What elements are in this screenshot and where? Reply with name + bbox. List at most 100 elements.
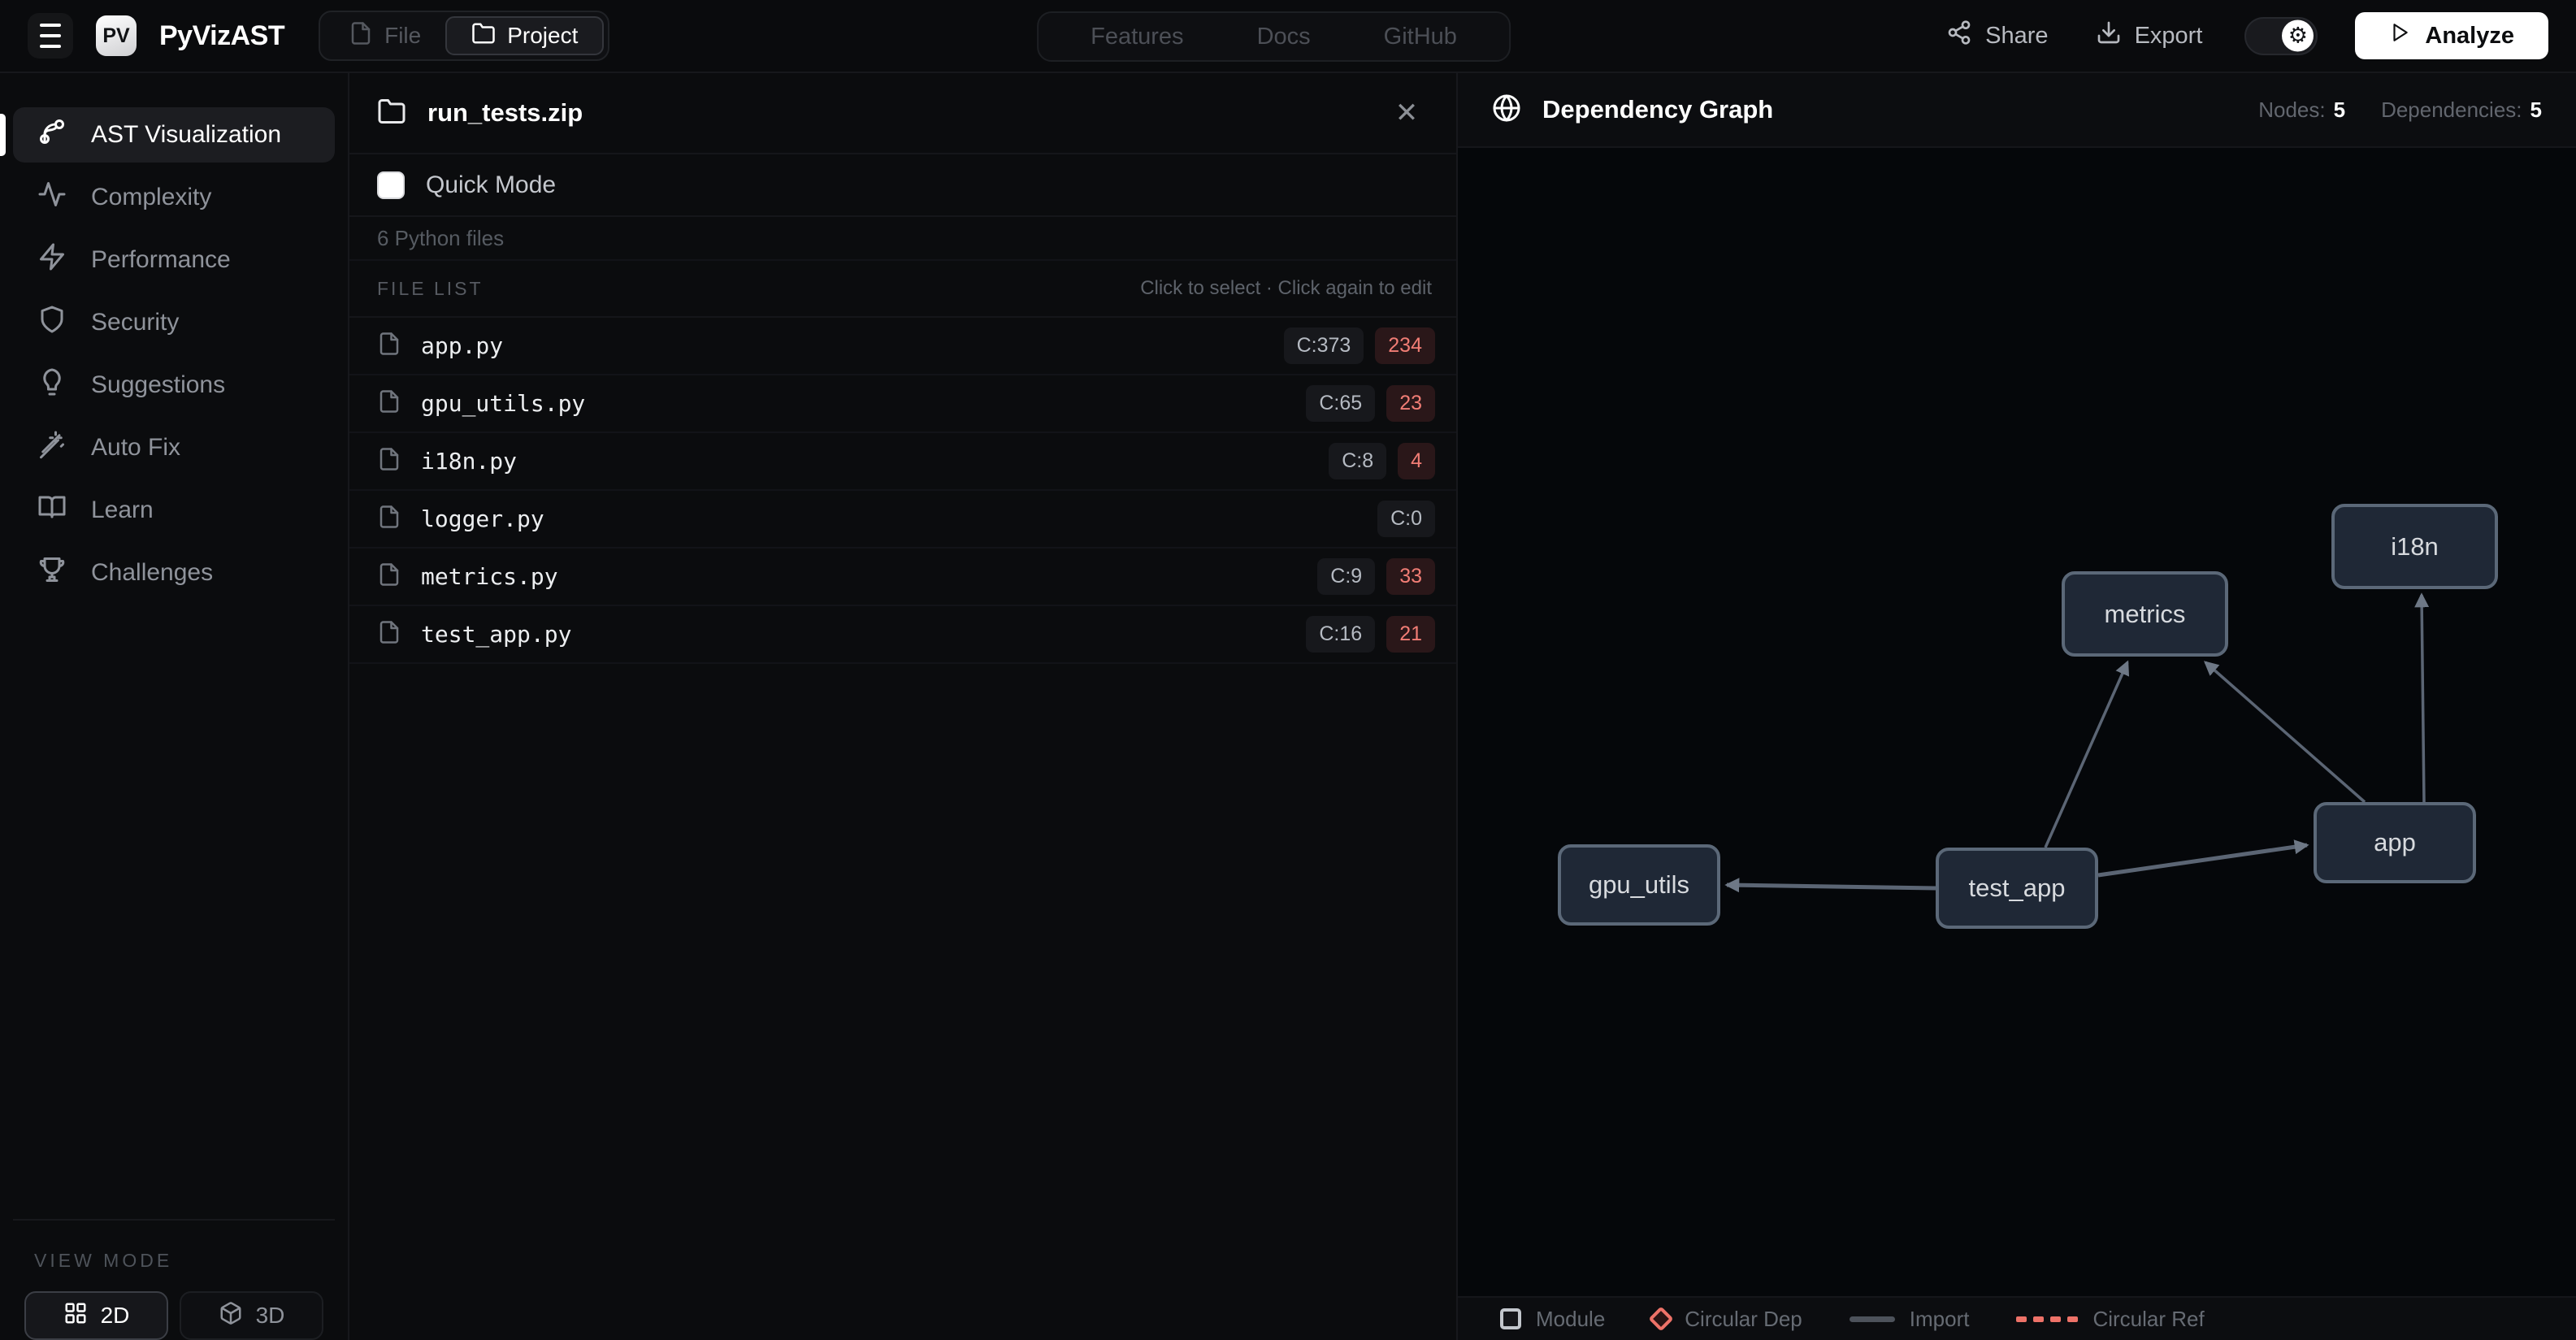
view-mode-2d-button[interactable]: 2D — [24, 1291, 168, 1340]
graph-canvas[interactable]: i18n metrics gpu_utils test_app app — [1458, 148, 2576, 1296]
view-mode-label: VIEW MODE — [34, 1250, 173, 1271]
main-nav: Features Docs GitHub — [1037, 11, 1511, 62]
lightbulb-icon — [37, 367, 67, 403]
tab-project[interactable]: Project — [445, 16, 605, 55]
legend-swatch — [1849, 1316, 1895, 1322]
legend-swatch — [2016, 1316, 2079, 1322]
complexity-badge: C:0 — [1377, 501, 1435, 537]
sidebar-item-label: Security — [91, 309, 180, 336]
graph-node-i18n[interactable]: i18n — [2331, 504, 2498, 589]
cube-icon — [219, 1301, 243, 1331]
export-button[interactable]: Export — [2091, 19, 2208, 53]
issues-badge: 21 — [1386, 616, 1435, 653]
complexity-badge: C:9 — [1317, 558, 1376, 595]
settings-toggle[interactable]: ⚙ — [2244, 16, 2318, 55]
file-name: app.py — [421, 332, 504, 359]
menu-button[interactable] — [28, 13, 73, 59]
issues-badge: 33 — [1386, 558, 1435, 595]
sidebar: AST Visualization Complexity Performance… — [0, 73, 349, 1340]
legend-label: Circular Dep — [1685, 1306, 1802, 1331]
graph-node-metrics[interactable]: metrics — [2062, 571, 2228, 657]
sidebar-item-learn[interactable]: Learn — [13, 483, 335, 538]
file-row[interactable]: gpu_utils.py C:65 23 — [349, 375, 1456, 433]
issues-badge: 234 — [1375, 327, 1435, 364]
graph-edges — [1724, 592, 2430, 893]
sidebar-item-performance[interactable]: Performance — [13, 232, 335, 288]
file-row[interactable]: logger.py C:0 — [349, 491, 1456, 549]
file-name: gpu_utils.py — [421, 390, 586, 417]
file-icon — [377, 332, 401, 360]
top-bar: PV PyVizAST File Project Features Docs G… — [0, 0, 2576, 73]
view-mode-3d-button[interactable]: 3D — [180, 1291, 323, 1340]
nav-docs[interactable]: Docs — [1257, 24, 1311, 50]
file-name: logger.py — [421, 505, 544, 532]
analyze-button[interactable]: Analyze — [2355, 12, 2548, 59]
download-icon — [2096, 20, 2122, 52]
legend-swatch — [1500, 1308, 1521, 1329]
sidebar-item-label: Performance — [91, 246, 231, 273]
sidebar-item-suggestions[interactable]: Suggestions — [13, 358, 335, 413]
menu-icon — [40, 24, 61, 27]
file-count: 6 Python files — [349, 217, 1456, 261]
sidebar-item-label: Suggestions — [91, 371, 226, 398]
nodes-label: Nodes: — [2258, 97, 2326, 122]
legend-item: Circular Dep — [1648, 1306, 1802, 1332]
tab-file[interactable]: File — [324, 16, 445, 55]
legend-item: Import — [1849, 1307, 1969, 1332]
legend-item: Module — [1500, 1307, 1605, 1332]
file-row[interactable]: test_app.py C:16 21 — [349, 606, 1456, 664]
sidebar-items: AST Visualization Complexity Performance… — [0, 107, 335, 608]
graph-edge-test_app-app — [2097, 839, 2309, 878]
file-icon — [349, 21, 373, 51]
file-list-hint: Click to select · Click again to edit — [1140, 277, 1432, 299]
file-icon — [377, 505, 401, 533]
nodes-value: 5 — [2333, 97, 2346, 122]
book-icon — [37, 492, 67, 528]
graph-node-gpu_utils[interactable]: gpu_utils — [1558, 844, 1720, 926]
sidebar-item-label: AST Visualization — [91, 121, 282, 148]
graph-node-app[interactable]: app — [2314, 802, 2476, 883]
nav-features[interactable]: Features — [1091, 24, 1183, 50]
file-panel: run_tests.zip ✕ Quick Mode 6 Python file… — [349, 73, 1458, 1340]
graph-node-test_app[interactable]: test_app — [1936, 848, 2098, 929]
quick-mode-checkbox[interactable] — [377, 171, 405, 199]
trophy-icon — [37, 555, 67, 591]
sidebar-item-label: Complexity — [91, 184, 212, 210]
share-button[interactable]: Share — [1941, 19, 2053, 53]
gear-icon: ⚙ — [2282, 20, 2314, 52]
graph-legend: Module Circular Dep Import Circular Ref — [1458, 1296, 2576, 1340]
globe-icon — [1492, 93, 1521, 127]
sidebar-item-label: Auto Fix — [91, 434, 181, 461]
file-row[interactable]: app.py C:373 234 — [349, 318, 1456, 375]
issues-badge: 23 — [1386, 385, 1435, 422]
quick-mode-label: Quick Mode — [426, 171, 557, 198]
archive-title: run_tests.zip — [427, 98, 583, 127]
file-row[interactable]: i18n.py C:8 4 — [349, 433, 1456, 491]
file-list: app.py C:373 234 gpu_utils.py C:65 23 i1… — [349, 318, 1456, 664]
close-icon: ✕ — [1394, 98, 1419, 128]
sidebar-item-security[interactable]: Security — [13, 295, 335, 350]
file-row[interactable]: metrics.py C:9 33 — [349, 549, 1456, 606]
file-icon — [377, 562, 401, 591]
dependency-graph-panel: Dependency Graph Nodes: 5 Dependencies: 5 … — [1458, 73, 2576, 1340]
complexity-badge: C:65 — [1306, 385, 1376, 422]
close-archive-button[interactable]: ✕ — [1386, 93, 1427, 133]
graph-node-label: metrics — [2104, 599, 2186, 628]
sidebar-item-complexity[interactable]: Complexity — [13, 170, 335, 225]
grid-icon — [63, 1301, 88, 1331]
sidebar-item-challenges[interactable]: Challenges — [13, 545, 335, 601]
complexity-badge: C:16 — [1306, 616, 1376, 653]
sidebar-item-label: Challenges — [91, 559, 214, 586]
complexity-badge: C:373 — [1283, 327, 1364, 364]
sidebar-footer: VIEW MODE 2D 3D — [13, 1219, 335, 1340]
activity-icon — [37, 180, 67, 215]
legend-label: Circular Ref — [2092, 1306, 2205, 1331]
dependencies-value: 5 — [2530, 97, 2542, 122]
nav-github[interactable]: GitHub — [1384, 24, 1457, 50]
folder-icon — [471, 21, 496, 51]
graph-edge-test_app-gpu_utils — [1724, 878, 1936, 893]
file-icon — [377, 620, 401, 648]
legend-item: Circular Ref — [2016, 1306, 2205, 1332]
sidebar-item-ast-visualization[interactable]: AST Visualization — [0, 107, 335, 163]
sidebar-item-auto-fix[interactable]: Auto Fix — [13, 420, 335, 475]
